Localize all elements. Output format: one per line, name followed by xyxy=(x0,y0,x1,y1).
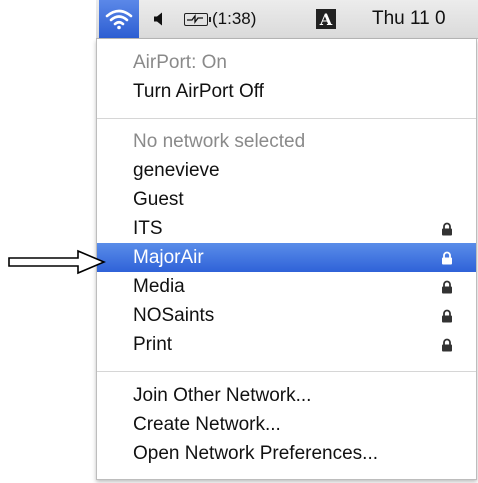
volume-menu-button[interactable] xyxy=(148,0,170,38)
network-name: Guest xyxy=(133,189,184,210)
network-name: genevieve xyxy=(133,160,220,181)
network-name: NOSaints xyxy=(133,305,215,326)
input-menu-button[interactable]: A xyxy=(315,0,337,38)
lock-icon xyxy=(442,280,452,294)
join-other-network-item[interactable]: Join Other Network... xyxy=(97,381,476,410)
network-item-media[interactable]: Media xyxy=(97,272,476,301)
network-item-print[interactable]: Print xyxy=(97,330,476,359)
menu-separator xyxy=(97,118,476,119)
battery-menu-button[interactable]: (1:38) xyxy=(184,0,256,38)
wifi-menu-button[interactable] xyxy=(99,0,139,38)
network-name: Print xyxy=(133,334,173,355)
open-network-preferences-item[interactable]: Open Network Preferences... xyxy=(97,439,476,468)
create-network-item[interactable]: Create Network... xyxy=(97,410,476,439)
network-item-guest[interactable]: Guest xyxy=(97,185,476,214)
network-item-majorair[interactable]: MajorAir xyxy=(97,243,476,272)
clock[interactable]: Thu 11 0 xyxy=(372,0,446,38)
network-item-nosaints[interactable]: NOSaints xyxy=(97,301,476,330)
speaker-volume-icon xyxy=(154,12,162,26)
menu-bar: (1:38) A Thu 11 0 xyxy=(96,0,478,39)
network-name: MajorAir xyxy=(133,247,204,268)
lock-icon xyxy=(442,338,452,352)
network-name: ITS xyxy=(133,218,163,239)
menu-separator xyxy=(97,371,476,372)
input-source-icon: A xyxy=(316,9,336,29)
no-network-selected: No network selected xyxy=(133,131,306,152)
network-name: Media xyxy=(133,276,185,297)
lock-icon xyxy=(442,251,452,265)
network-item-genevieve[interactable]: genevieve xyxy=(97,156,476,185)
right-arrow-pointer-icon xyxy=(8,249,106,275)
network-item-its[interactable]: ITS xyxy=(97,214,476,243)
turn-airport-off-item[interactable]: Turn AirPort Off xyxy=(97,77,476,106)
airport-dropdown-menu: AirPort: On Turn AirPort Off No network … xyxy=(96,39,477,480)
wifi-signal-icon xyxy=(105,9,133,30)
battery-time: (1:38) xyxy=(212,9,257,28)
battery-charging-icon xyxy=(184,12,211,26)
airport-status: AirPort: On xyxy=(133,52,227,73)
lock-icon xyxy=(442,309,452,323)
lock-icon xyxy=(442,222,452,236)
